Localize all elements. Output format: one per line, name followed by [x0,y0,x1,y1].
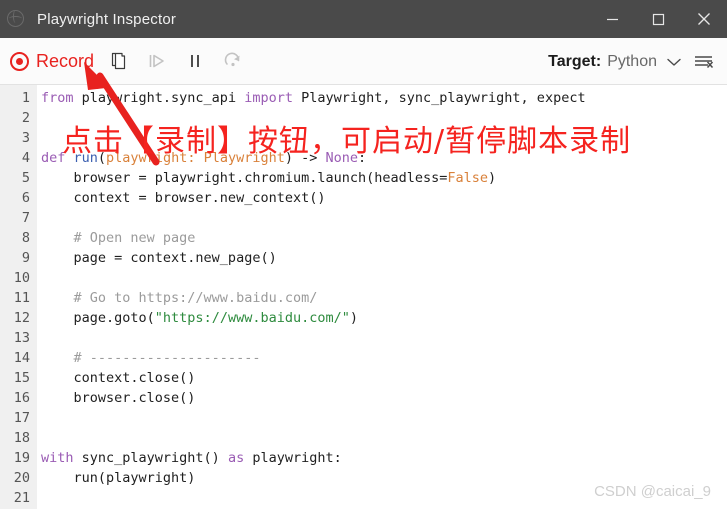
title-bar[interactable]: Playwright Inspector [0,0,727,38]
line-number: 3 [21,130,30,146]
line-number: 16 [13,390,30,406]
window-controls [589,0,727,38]
code-line[interactable]: 9 page = context.new_page() [0,248,727,268]
code-line[interactable]: 6 context = browser.new_context() [0,188,727,208]
line-number: 6 [21,190,30,206]
code-line[interactable]: 11 # Go to https://www.baidu.com/ [0,288,727,308]
line-number: 4 [21,150,30,166]
code-line[interactable]: 19 with sync_playwright() as playwright: [0,448,727,468]
line-number: 1 [21,90,30,106]
target-value: Python [607,52,657,70]
line-number: 19 [13,450,30,466]
line-number: 14 [13,350,30,366]
code-line[interactable]: 14 # --------------------- [0,348,727,368]
code-text: browser.close() [41,390,196,406]
minimize-icon[interactable] [589,0,635,38]
line-number: 13 [13,330,30,346]
watermark: CSDN @caicai_9 [594,483,711,500]
code-line[interactable]: 17 [0,408,727,428]
line-number: 12 [13,310,30,326]
line-number: 17 [13,410,30,426]
code-line[interactable]: 16 browser.close() [0,388,727,408]
line-number: 20 [13,470,30,486]
window-title: Playwright Inspector [37,10,177,28]
line-number: 2 [21,110,30,126]
line-number: 9 [21,250,30,266]
line-number: 7 [21,210,30,226]
target-selector[interactable]: Target: Python [548,38,719,85]
resume-icon[interactable] [214,42,252,80]
chevron-down-icon[interactable] [657,44,691,80]
annotation-text: 点击【录制】按钮，可启动/暂停脚本录制 [62,124,632,159]
code-text: context.close() [41,370,196,386]
code-line[interactable]: 13 [0,328,727,348]
line-number: 18 [13,430,30,446]
code-text: # Open new page [41,230,196,246]
code-line[interactable]: 12 page.goto("https://www.baidu.com/") [0,308,727,328]
maximize-icon[interactable] [635,0,681,38]
code-text: with sync_playwright() as playwright: [41,450,342,466]
clear-list-icon[interactable] [689,44,719,80]
code-text: run(playwright) [41,470,196,486]
code-line[interactable]: 8 # Open new page [0,228,727,248]
code-text: # Go to https://www.baidu.com/ [41,290,318,306]
line-number: 5 [21,170,30,186]
code-text: page.goto("https://www.baidu.com/") [41,310,359,326]
code-text: page = context.new_page() [41,250,277,266]
line-number: 8 [21,230,30,246]
line-number: 10 [13,270,30,286]
line-number: 21 [13,490,30,506]
code-line[interactable]: 10 [0,268,727,288]
code-line[interactable]: 15 context.close() [0,368,727,388]
code-text: # --------------------- [41,350,261,366]
close-icon[interactable] [681,0,727,38]
code-text: context = browser.new_context() [41,190,326,206]
code-line[interactable]: 18 [0,428,727,448]
line-number: 11 [13,290,30,306]
globe-icon [5,8,27,30]
record-circle-icon [10,51,29,71]
code-line[interactable]: 7 [0,208,727,228]
target-label: Target: [548,52,602,70]
line-number: 15 [13,370,30,386]
